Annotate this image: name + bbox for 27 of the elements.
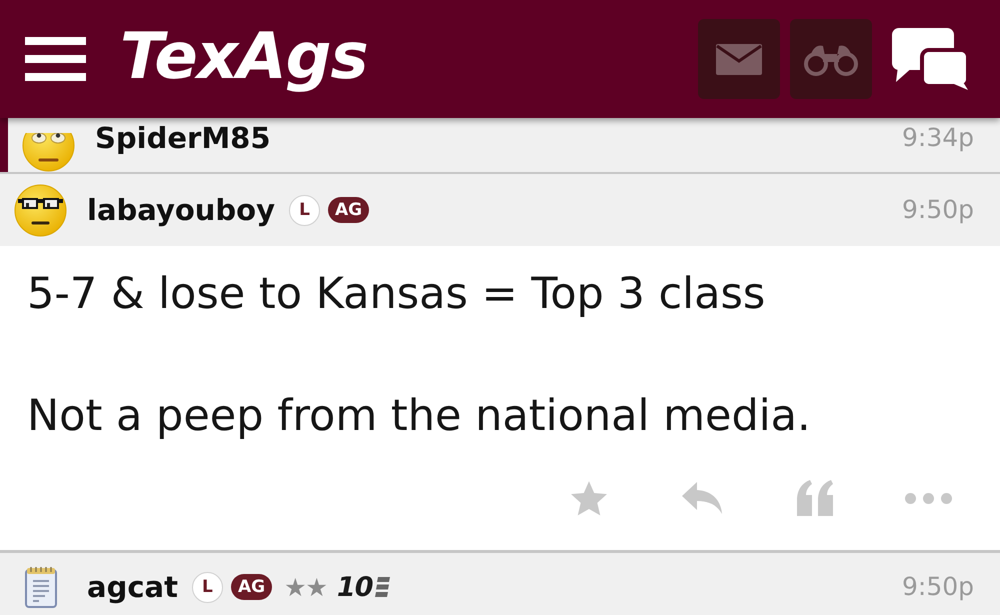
user-badge: AG	[328, 197, 370, 223]
face-icon	[22, 133, 75, 172]
chat-bubbles-icon[interactable]	[892, 28, 970, 90]
post-time: 9:50p	[902, 572, 974, 602]
rank-stars: ★★	[284, 574, 327, 600]
user-badge: AG	[230, 574, 272, 600]
envelope-icon	[716, 44, 762, 74]
username[interactable]: SpiderM85	[95, 120, 271, 156]
reply-icon[interactable]	[681, 481, 723, 515]
post-time: 9:50p	[902, 195, 974, 225]
post-text: 5-7 & lose to Kansas = Top 3 class	[27, 268, 766, 321]
user-badge: L	[192, 572, 223, 602]
notepad-icon	[24, 566, 56, 608]
star-icon[interactable]	[570, 480, 608, 516]
quote-icon[interactable]	[796, 480, 834, 516]
bars-icon	[374, 577, 390, 597]
menu-icon[interactable]	[25, 37, 86, 81]
post-text: Not a peep from the national media.	[27, 390, 811, 443]
ellipsis-icon[interactable]	[904, 492, 952, 504]
username[interactable]: labayouboy	[87, 192, 276, 228]
mail-button[interactable]	[698, 19, 780, 99]
username[interactable]: agcat	[87, 570, 178, 604]
binoculars-button[interactable]	[790, 19, 872, 99]
glasses-face-icon	[14, 184, 67, 236]
post-time: 9:34p	[902, 123, 974, 153]
rank-number: 10	[336, 574, 372, 600]
user-badge: L	[289, 194, 320, 226]
